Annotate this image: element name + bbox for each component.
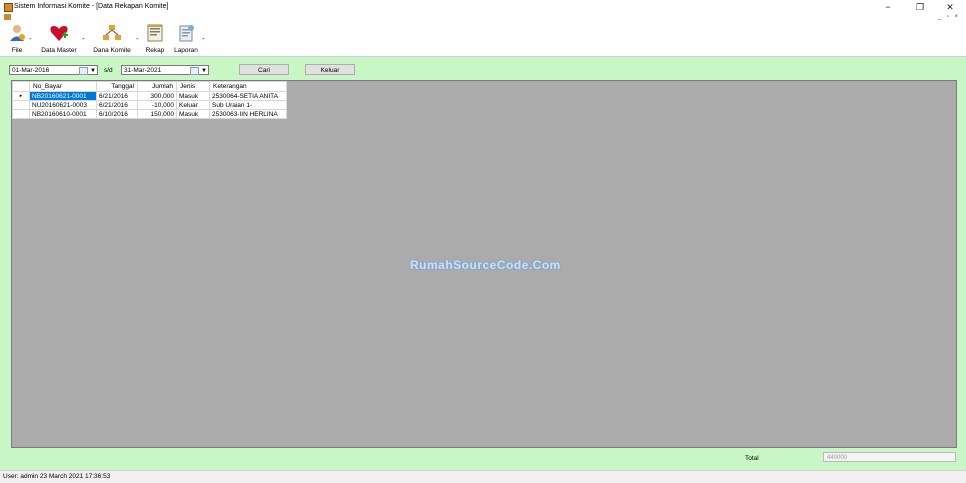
status-bar: User: admin 23 March 2021 17:36:53 xyxy=(0,470,966,483)
toolbar-data-master-button[interactable]: Data Master xyxy=(36,24,82,54)
toolbar-rekap-label: Rekap xyxy=(145,47,165,54)
cell-no-bayar[interactable]: NU20160621-0003 xyxy=(29,100,97,110)
toolbar-separator: - xyxy=(29,34,32,43)
data-grid[interactable]: No_Bayar Tanggal Jumlah Jenis Keterangan… xyxy=(11,80,957,448)
minimize-button[interactable]: − xyxy=(874,0,902,14)
toolbar-separator: - xyxy=(202,34,205,43)
date-to-picker[interactable]: 31-Mar-2021 ▼ xyxy=(121,65,209,75)
cell-tanggal[interactable]: 6/21/2016 xyxy=(96,91,138,101)
cell-jenis[interactable]: Masuk xyxy=(176,109,210,119)
table-row[interactable]: ▸ NB20160621-0001 6/21/2016 300,000 Masu… xyxy=(12,91,287,101)
watermark-text: RumahSourceCode.Com xyxy=(410,258,561,272)
current-row-indicator: ▸ xyxy=(12,91,30,101)
restore-button[interactable]: ❐ xyxy=(906,0,934,14)
column-header-jenis[interactable]: Jenis xyxy=(176,81,210,92)
chevron-down-icon: ▼ xyxy=(201,68,207,74)
toolbar-file-button[interactable]: File xyxy=(6,24,28,54)
date-from-value: 01-Mar-2016 xyxy=(12,67,50,74)
column-header-tanggal[interactable]: Tanggal xyxy=(96,81,138,92)
network-icon xyxy=(103,25,121,40)
window-title: Sistem Informasi Komite - [Data Rekapan … xyxy=(14,3,169,10)
cell-keterangan[interactable]: Sub Uraian 1- xyxy=(209,100,287,110)
mdi-window-controls[interactable]: _ ▫ × xyxy=(938,14,960,20)
heart-add-icon xyxy=(50,26,68,41)
report-icon xyxy=(147,24,163,42)
total-field[interactable]: 440000 xyxy=(823,452,956,462)
cell-keterangan[interactable]: 2530064-SETIA ANITA xyxy=(209,91,287,101)
toolbar-laporan-label: Laporan xyxy=(174,47,198,54)
exit-button[interactable]: Keluar xyxy=(305,64,355,75)
table-header-row: No_Bayar Tanggal Jumlah Jenis Keterangan xyxy=(12,81,287,92)
toolbar-laporan-button[interactable]: Laporan xyxy=(171,24,201,54)
table-row[interactable]: NU20160621-0003 6/21/2016 -10,000 Keluar… xyxy=(12,100,287,110)
column-header-no-bayar[interactable]: No_Bayar xyxy=(29,81,97,92)
cell-jumlah[interactable]: 300,000 xyxy=(137,91,177,101)
close-button[interactable]: ✕ xyxy=(936,0,964,14)
date-to-value: 31-Mar-2021 xyxy=(124,67,162,74)
main-panel: 01-Mar-2016 ▼ s/d 31-Mar-2021 ▼ Cari Kel… xyxy=(0,57,966,470)
mdi-menu-bar: _ ▫ × xyxy=(0,14,966,22)
toolbar-separator: - xyxy=(136,34,139,43)
cell-jenis[interactable]: Masuk xyxy=(176,91,210,101)
cell-jenis[interactable]: Keluar xyxy=(176,100,210,110)
document-icon xyxy=(179,25,194,42)
row-header xyxy=(12,109,30,119)
cell-jumlah[interactable]: 150,000 xyxy=(137,109,177,119)
calendar-icon xyxy=(190,67,199,75)
total-label: Total xyxy=(745,455,759,462)
calendar-icon xyxy=(79,67,88,75)
cell-tanggal[interactable]: 6/10/2016 xyxy=(96,109,138,119)
row-header-corner xyxy=(12,81,30,92)
title-bar: Sistem Informasi Komite - [Data Rekapan … xyxy=(0,0,966,14)
user-icon xyxy=(10,25,25,41)
toolbar-separator: - xyxy=(82,34,85,43)
column-header-jumlah[interactable]: Jumlah xyxy=(137,81,177,92)
toolbar-file-label: File xyxy=(11,47,23,54)
mdi-child-icon[interactable] xyxy=(4,14,11,20)
toolbar-dana-komite-label: Dana Komite xyxy=(93,47,131,54)
cell-no-bayar[interactable]: NB20160621-0001 xyxy=(29,91,97,101)
date-from-picker[interactable]: 01-Mar-2016 ▼ xyxy=(9,65,98,75)
row-header xyxy=(12,100,30,110)
toolbar-dana-komite-button[interactable]: Dana Komite xyxy=(89,24,135,54)
toolbar-rekap-button[interactable]: Rekap xyxy=(143,24,167,54)
table-row[interactable]: NB20160610-0001 6/10/2016 150,000 Masuk … xyxy=(12,109,287,119)
cell-jumlah[interactable]: -10,000 xyxy=(137,100,177,110)
cell-tanggal[interactable]: 6/21/2016 xyxy=(96,100,138,110)
rekap-table: No_Bayar Tanggal Jumlah Jenis Keterangan… xyxy=(12,81,287,119)
between-label: s/d xyxy=(104,67,113,74)
main-toolbar: File - Data Master - Dana Komite - Rekap xyxy=(0,22,966,57)
toolbar-data-master-label: Data Master xyxy=(41,47,77,54)
search-button[interactable]: Cari xyxy=(239,64,289,75)
cell-keterangan[interactable]: 2530063-IIN HERLINA xyxy=(209,109,287,119)
app-icon xyxy=(4,3,13,12)
column-header-keterangan[interactable]: Keterangan xyxy=(209,81,287,92)
chevron-down-icon: ▼ xyxy=(90,68,96,74)
cell-no-bayar[interactable]: NB20160610-0001 xyxy=(29,109,97,119)
status-text: User: admin 23 March 2021 17:36:53 xyxy=(3,473,111,480)
